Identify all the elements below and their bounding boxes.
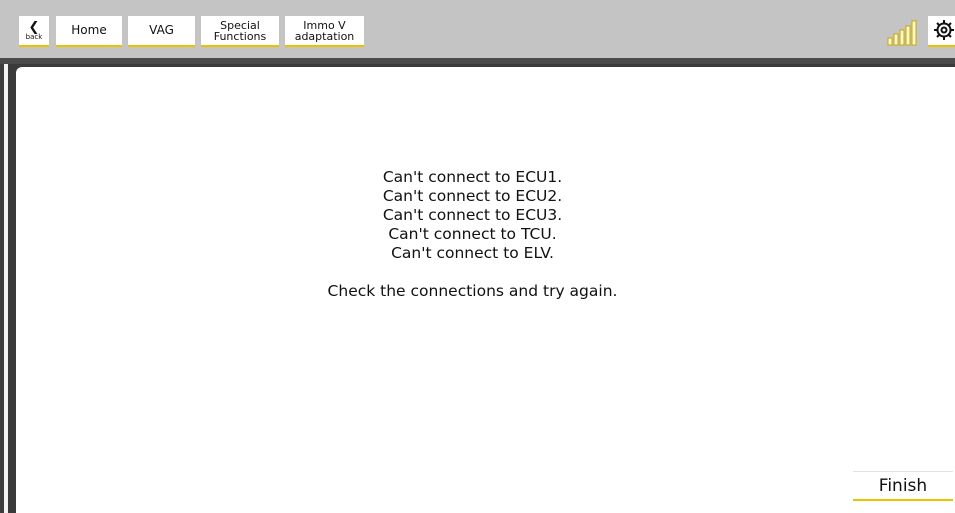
error-line-ecu2: Can't connect to ECU2. <box>382 187 563 205</box>
error-line-ecu1: Can't connect to ECU1. <box>382 168 563 186</box>
home-button[interactable]: Home <box>56 16 122 47</box>
connection-hint: Check the connections and try again. <box>327 282 618 300</box>
back-button-label: back <box>25 33 43 41</box>
error-line-ecu3: Can't connect to ECU3. <box>382 206 563 224</box>
immo-v-adaptation-button[interactable]: Immo V adaptation <box>285 16 364 47</box>
gear-icon <box>934 20 954 40</box>
chevron-left-icon: ❮ <box>28 20 40 35</box>
settings-button[interactable] <box>928 16 955 47</box>
home-button-label: Home <box>71 23 107 37</box>
vag-button[interactable]: VAG <box>128 16 195 47</box>
immo-v-adaptation-label-line2: adaptation <box>294 30 355 43</box>
vag-button-label: VAG <box>149 23 174 37</box>
error-line-elv: Can't connect to ELV. <box>391 244 554 262</box>
connection-error-message: Can't connect to ECU1. Can't connect to … <box>0 168 945 301</box>
special-functions-button[interactable]: Special Functions <box>201 16 279 47</box>
top-navigation-bar: ❮ back Home VAG Special Functions Immo V… <box>0 0 955 58</box>
special-functions-label: Special Functions <box>214 19 267 42</box>
immo-v-adaptation-label: Immo V adaptation <box>295 19 355 42</box>
error-line-tcu: Can't connect to TCU. <box>388 225 557 243</box>
finish-button[interactable]: Finish <box>853 471 953 501</box>
header-divider <box>0 58 955 64</box>
back-button[interactable]: ❮ back <box>19 16 49 47</box>
special-functions-label-line2: Functions <box>213 30 267 43</box>
signal-strength-icon <box>887 20 917 46</box>
